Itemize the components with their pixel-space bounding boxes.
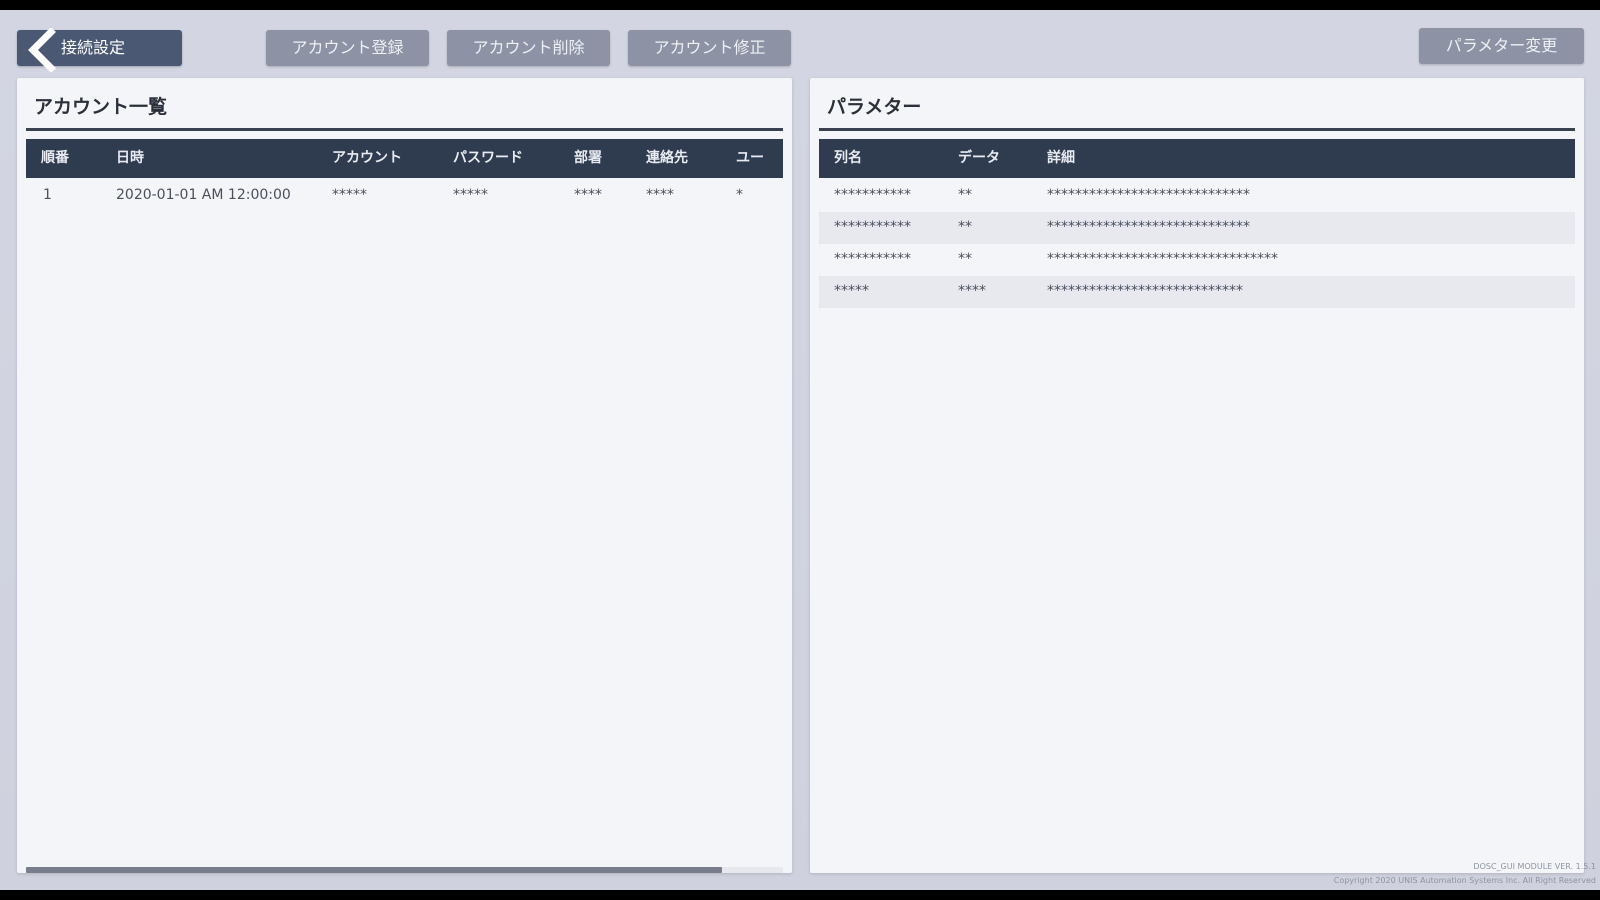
divider: [819, 128, 1575, 131]
table-row[interactable]: *********** ** *************************…: [819, 180, 1575, 212]
cell-name: ***********: [834, 187, 911, 203]
table-row[interactable]: ***** **** ****************************: [819, 276, 1575, 308]
account-register-button[interactable]: アカウント登録: [266, 30, 429, 66]
table-row[interactable]: *********** ** *************************…: [819, 212, 1575, 244]
parameter-table-header: 列名 データ 詳細: [819, 139, 1575, 178]
account-delete-button[interactable]: アカウント削除: [447, 30, 610, 66]
main-screen: 接続設定 アカウント登録 アカウント削除 アカウント修正 パラメター変更 アカウ…: [0, 10, 1600, 890]
account-modify-button[interactable]: アカウント修正: [628, 30, 791, 66]
column-header-user[interactable]: ユー: [736, 139, 764, 178]
parameter-panel: パラメター 列名 データ 詳細 *********** ** *********…: [810, 78, 1584, 873]
column-header-datetime[interactable]: 日時: [116, 139, 144, 178]
cell-data: **: [958, 187, 972, 203]
cell-name: ***********: [834, 219, 911, 235]
column-header-name[interactable]: 列名: [834, 139, 862, 178]
cell-detail: *********************************: [1047, 251, 1278, 267]
cell-account: *****: [332, 187, 367, 203]
cell-contact: ****: [646, 187, 674, 203]
version-text: DOSC_GUI MODULE VER. 1.5.1: [1473, 862, 1596, 871]
cell-name: *****: [834, 283, 869, 299]
cell-data: **: [958, 219, 972, 235]
cell-detail: *****************************: [1047, 187, 1250, 203]
column-header-department[interactable]: 部署: [574, 139, 602, 178]
table-row[interactable]: 1 2020-01-01 AM 12:00:00 ***** ***** ***…: [26, 180, 783, 212]
column-header-order[interactable]: 順番: [41, 139, 69, 178]
column-header-data[interactable]: データ: [958, 139, 1000, 178]
divider: [26, 128, 783, 131]
account-list-title: アカウント一覧: [34, 96, 168, 118]
horizontal-scrollbar[interactable]: [26, 867, 783, 873]
copyright-text: Copyright 2020 UNIS Automation Systems I…: [1333, 876, 1596, 885]
parameter-change-button[interactable]: パラメター変更: [1419, 28, 1584, 64]
cell-datetime: 2020-01-01 AM 12:00:00: [116, 187, 291, 203]
cell-user: *: [736, 187, 743, 203]
cell-data: ****: [958, 283, 986, 299]
cell-detail: *****************************: [1047, 219, 1250, 235]
column-header-contact[interactable]: 連絡先: [646, 139, 688, 178]
cell-data: **: [958, 251, 972, 267]
back-button[interactable]: 接続設定: [17, 28, 182, 72]
parameter-title: パラメター: [827, 96, 922, 118]
scrollbar-thumb[interactable]: [26, 867, 723, 873]
back-button-label: 接続設定: [61, 38, 126, 57]
column-header-account[interactable]: アカウント: [332, 139, 402, 178]
account-list-panel: アカウント一覧 順番 日時 アカウント パスワード 部署 連絡先 ユー 1 20…: [17, 78, 792, 873]
cell-order: 1: [43, 187, 52, 203]
table-row[interactable]: *********** ** *************************…: [819, 244, 1575, 276]
column-header-password[interactable]: パスワード: [453, 139, 523, 178]
column-header-detail[interactable]: 詳細: [1047, 139, 1075, 178]
cell-name: ***********: [834, 251, 911, 267]
cell-password: *****: [453, 187, 488, 203]
chevron-left-icon: [28, 28, 56, 72]
cell-detail: ****************************: [1047, 283, 1243, 299]
cell-department: ****: [574, 187, 602, 203]
account-table-header: 順番 日時 アカウント パスワード 部署 連絡先 ユー: [26, 139, 783, 178]
